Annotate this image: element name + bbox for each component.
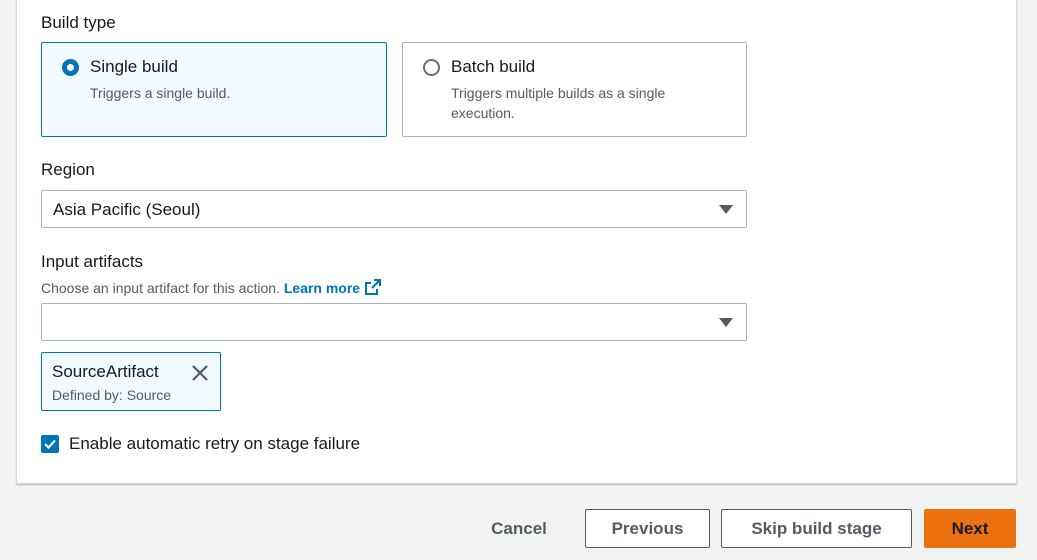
caret-down-icon	[719, 318, 733, 327]
region-select[interactable]: Asia Pacific (Seoul)	[41, 190, 747, 228]
input-artifacts-help-text: Choose an input artifact for this action…	[41, 280, 280, 296]
single-build-option[interactable]: Single build Triggers a single build.	[41, 42, 387, 137]
previous-button[interactable]: Previous	[585, 509, 710, 548]
learn-more-link[interactable]: Learn more	[283, 279, 382, 296]
next-button[interactable]: Next	[924, 509, 1016, 548]
close-icon[interactable]	[190, 363, 210, 383]
skip-build-stage-button[interactable]: Skip build stage	[721, 509, 912, 548]
batch-build-title: Batch build	[451, 57, 536, 76]
checkmark-icon	[44, 439, 56, 450]
build-type-label: Build type	[41, 13, 116, 32]
learn-more-text: Learn more	[283, 280, 361, 296]
batch-build-description: Triggers multiple builds as a single exe…	[451, 85, 666, 121]
retry-checkbox[interactable]	[41, 435, 59, 453]
region-label: Region	[41, 160, 95, 179]
single-build-title: Single build	[90, 57, 178, 76]
cancel-button[interactable]: Cancel	[474, 509, 564, 548]
artifact-token: SourceArtifact Defined by: Source	[41, 352, 221, 411]
retry-checkbox-label[interactable]: Enable automatic retry on stage failure	[69, 434, 360, 454]
artifact-token-name: SourceArtifact	[52, 362, 159, 381]
region-select-value: Asia Pacific (Seoul)	[53, 200, 201, 219]
batch-build-option[interactable]: Batch build Triggers multiple builds as …	[402, 42, 747, 137]
input-artifacts-label: Input artifacts	[41, 252, 144, 271]
single-build-radio[interactable]	[62, 59, 79, 76]
single-build-description: Triggers a single build.	[90, 85, 231, 101]
external-link-icon	[365, 279, 382, 295]
input-artifacts-description: Choose an input artifact for this action…	[41, 278, 382, 296]
artifact-token-subtitle: Defined by: Source	[52, 387, 172, 403]
caret-down-icon	[719, 205, 733, 214]
input-artifacts-select[interactable]	[41, 303, 747, 341]
batch-build-radio[interactable]	[423, 59, 440, 76]
